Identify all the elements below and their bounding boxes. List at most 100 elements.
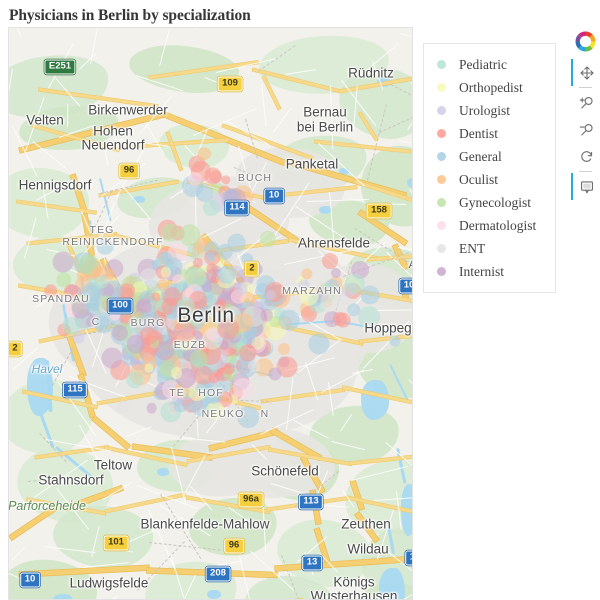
pan-tool[interactable] <box>571 59 600 86</box>
bokeh-logo[interactable] <box>574 30 597 53</box>
scatter-point[interactable] <box>217 265 236 285</box>
legend-item-dermatologist[interactable]: Dermatologist <box>433 214 545 237</box>
scatter-point[interactable] <box>237 406 260 428</box>
map-water <box>379 568 405 599</box>
scatter-point[interactable] <box>308 333 330 355</box>
legend-item-dentist[interactable]: Dentist <box>433 122 545 145</box>
scatter-point[interactable] <box>61 317 80 336</box>
legend-item-ent[interactable]: ENT <box>433 237 545 260</box>
legend-item-urologist[interactable]: Urologist <box>433 99 545 122</box>
legend-swatch-icon <box>437 152 446 161</box>
legend-swatch-icon <box>437 175 446 184</box>
toolbar-separator <box>579 171 592 172</box>
highway-shield: 208 <box>205 566 231 582</box>
zoom-in-tool[interactable] <box>571 89 600 116</box>
scatter-point[interactable] <box>176 387 187 398</box>
scatter-point[interactable] <box>278 309 300 331</box>
scatter-point[interactable] <box>360 285 380 305</box>
legend-item-label: ENT <box>459 240 486 256</box>
map-water <box>53 594 73 599</box>
scatter-point[interactable] <box>116 400 130 414</box>
legend-item-gynecologist[interactable]: Gynecologist <box>433 191 545 214</box>
highway-shield: 109 <box>217 76 243 92</box>
highway-shield: 10 <box>399 278 412 294</box>
highway-shield: 96a <box>238 492 264 508</box>
legend-item-label: Orthopedist <box>459 79 523 95</box>
legend-item-label: Pediatric <box>459 56 507 72</box>
toolbar-separator <box>579 87 592 88</box>
legend-item-label: Dermatologist <box>459 217 537 233</box>
highway-shield: 2 <box>9 341 23 357</box>
zoom-out-tool[interactable] <box>571 116 600 143</box>
scatter-point[interactable] <box>205 401 225 421</box>
legend-item-label: Gynecologist <box>459 194 531 210</box>
highway-shield: 96 <box>224 538 244 554</box>
highway-shield: 115 <box>62 382 88 398</box>
legend-item-label: Urologist <box>459 102 511 118</box>
legend-item-oculist[interactable]: Oculist <box>433 168 545 191</box>
legend-item-label: Oculist <box>459 171 498 187</box>
scatter-point[interactable] <box>277 343 290 355</box>
scatter-point[interactable] <box>101 347 123 369</box>
scatter-point[interactable] <box>185 400 198 412</box>
map-road <box>412 424 413 439</box>
scatter-point[interactable] <box>146 402 158 414</box>
legend-swatch-icon <box>437 244 446 253</box>
legend-item-internist[interactable]: Internist <box>433 260 545 283</box>
legend-item-label: Dentist <box>459 125 498 141</box>
legend-item-general[interactable]: General <box>433 145 545 168</box>
scatter-point[interactable] <box>122 352 136 366</box>
legend-item-pediatric[interactable]: Pediatric <box>433 53 545 76</box>
highway-shield: 114 <box>224 200 250 216</box>
legend-swatch-icon <box>437 106 446 115</box>
highway-shield: 10 <box>20 572 40 588</box>
scatter-point[interactable] <box>322 253 339 270</box>
zoom-in-icon <box>579 95 595 111</box>
reset-icon <box>579 149 595 165</box>
highway-shield: 2 <box>244 261 260 277</box>
hover-tool[interactable] <box>571 173 600 200</box>
zoom-out-icon <box>579 122 595 138</box>
scatter-point[interactable] <box>205 251 216 263</box>
scatter-point[interactable] <box>269 315 282 328</box>
scatter-point[interactable] <box>358 306 380 328</box>
tooltip-icon <box>579 179 595 195</box>
legend-item-orthopedist[interactable]: Orthopedist <box>433 76 545 99</box>
bokeh-plot-root: Physicians in Berlin by specialization E… <box>0 0 600 600</box>
legend-swatch-icon <box>437 60 446 69</box>
scatter-point[interactable] <box>170 367 183 380</box>
legend[interactable]: Pediatric Orthopedist Urologist Dentist Gene… <box>423 43 556 293</box>
scatter-point[interactable] <box>64 284 78 299</box>
map-road <box>23 502 43 503</box>
highway-shield: 10 <box>264 188 284 204</box>
legend-swatch-icon <box>437 129 446 138</box>
legend-swatch-icon <box>437 267 446 276</box>
page-title: Physicians in Berlin by specialization <box>9 7 251 24</box>
scatter-point[interactable] <box>247 359 260 372</box>
map-canvas: E251 109 Rüdnitz Bernau bei Berlin Birkenwerd… <box>9 28 412 599</box>
reset-tool[interactable] <box>571 143 600 170</box>
highway-shield: 96 <box>119 163 139 179</box>
map-water <box>407 178 412 188</box>
scatter-point[interactable] <box>96 238 114 256</box>
scatter-point[interactable] <box>197 146 212 161</box>
highway-shield: 100 <box>107 298 133 314</box>
scatter-point[interactable] <box>202 282 213 293</box>
scatter-point[interactable] <box>160 223 180 242</box>
map-plot-area[interactable]: E251 109 Rüdnitz Bernau bei Berlin Birkenwerd… <box>8 27 413 600</box>
scatter-point[interactable] <box>193 365 213 385</box>
scatter-point[interactable] <box>325 279 340 293</box>
scatter-point[interactable] <box>52 251 74 273</box>
legend-item-label: General <box>459 148 502 164</box>
legend-item-label: Internist <box>459 263 504 279</box>
highway-shield: 10 <box>405 550 412 566</box>
legend-swatch-icon <box>437 198 446 207</box>
highway-shield: E251 <box>44 59 76 75</box>
highway-shield: 158 <box>366 203 392 219</box>
move-icon <box>579 65 595 81</box>
scatter-point[interactable] <box>213 301 226 313</box>
scatter-point[interactable] <box>217 317 239 340</box>
highway-shield: 113 <box>298 494 324 510</box>
scatter-point[interactable] <box>332 312 347 327</box>
bokeh-toolbar[interactable] <box>571 27 600 200</box>
